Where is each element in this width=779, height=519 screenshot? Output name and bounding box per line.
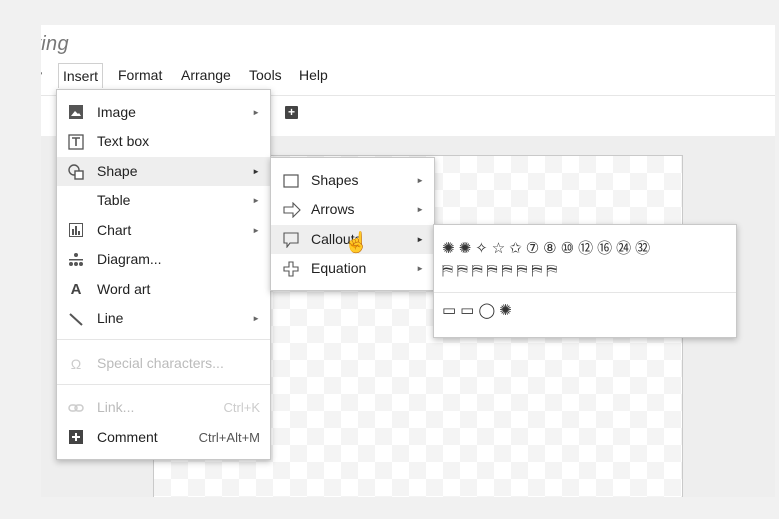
menu-arrange[interactable]: Arrange [181, 63, 231, 87]
chart-icon [68, 223, 84, 239]
plus-icon [283, 261, 299, 277]
menu-help[interactable]: Help [299, 63, 328, 87]
panel-divider [434, 292, 736, 293]
submenu-item-shapes[interactable]: Shapes ► [271, 166, 434, 195]
submenu-arrow-icon: ► [416, 176, 424, 185]
menu-item-word-art[interactable]: A Word art [57, 275, 270, 304]
hand-cursor-icon: ☝ [344, 232, 369, 254]
callouts-shape-panel: ✺✺✧☆✩⑦⑧⑩⑫⑯㉔㉜ ⛿⛿⛿⛿⛿⛿⛿⛿ ▭▭◯✺ [433, 224, 737, 338]
comment-icon [68, 430, 84, 446]
submenu-arrow-icon: ► [416, 235, 424, 244]
submenu-item-arrows[interactable]: Arrows ► [271, 195, 434, 224]
menu-item-text-box[interactable]: Text box [57, 127, 270, 156]
menu-divider [57, 384, 270, 385]
menu-item-label: Shape [97, 163, 138, 179]
menu-item-label: Diagram... [97, 251, 162, 267]
callout-icon [283, 232, 299, 249]
text-box-icon [68, 134, 84, 150]
menu-insert[interactable]: Insert [58, 63, 104, 88]
menu-item-label: Table [97, 192, 131, 208]
submenu-arrow-icon: ► [416, 264, 424, 273]
line-icon [68, 311, 84, 327]
submenu-arrow-icon: ► [416, 205, 424, 214]
menu-item-label: Text box [97, 133, 150, 149]
menu-item-diagram[interactable]: Diagram... [57, 245, 270, 274]
menu-item-table[interactable]: Table ► [57, 186, 270, 215]
menu-item-label: Word art [97, 281, 151, 297]
menu-divider [57, 339, 270, 340]
menu-bar: v Insert Format Arrange Tools Help [41, 63, 775, 88]
menu-item-label: Special characters... [97, 355, 224, 371]
submenu-item-equation[interactable]: Equation ► [271, 254, 434, 283]
menu-item-image[interactable]: Image ► [57, 98, 270, 127]
arrow-icon [283, 201, 301, 219]
menu-item-label: Image [97, 104, 136, 120]
shortcut-label: Ctrl+Alt+M [198, 430, 260, 445]
menu-item-label: Line [97, 310, 124, 326]
submenu-item-label: Arrows [311, 201, 355, 217]
submenu-arrow-icon: ► [252, 196, 260, 205]
shape-icon [68, 164, 84, 180]
menu-item-label: Chart [97, 222, 132, 238]
menu-item-label: Comment [97, 429, 158, 445]
rectangle-icon [283, 173, 299, 189]
menu-view[interactable]: v [41, 63, 42, 87]
link-icon [68, 400, 84, 416]
omega-icon: Ω [70, 356, 82, 372]
menu-item-label: Link... [97, 399, 135, 415]
shape-submenu: Shapes ► Arrows ► Callouts ► Equation ► [270, 157, 435, 291]
menu-item-link: Link... Ctrl+K [57, 393, 270, 422]
insert-menu: Image ► Text box Shape ► Table ► Chart ►… [56, 89, 271, 460]
submenu-arrow-icon: ► [252, 226, 260, 235]
image-icon [68, 105, 84, 121]
shortcut-label: Ctrl+K [223, 400, 260, 415]
callout-shapes-row-1[interactable]: ✺✺✧☆✩⑦⑧⑩⑫⑯㉔㉜ [442, 237, 654, 258]
submenu-arrow-icon: ► [252, 167, 260, 176]
callout-shapes-row-3[interactable]: ▭▭◯✺ [442, 301, 516, 319]
submenu-item-label: Shapes [311, 172, 359, 188]
menu-item-chart[interactable]: Chart ► [57, 216, 270, 245]
diagram-icon [68, 252, 84, 268]
menu-item-line[interactable]: Line ► [57, 304, 270, 333]
menu-format[interactable]: Format [118, 63, 162, 87]
menu-item-shape[interactable]: Shape ► [57, 157, 270, 186]
add-comment-toolbar-icon[interactable]: + [285, 106, 298, 119]
menu-tools[interactable]: Tools [249, 63, 282, 87]
callout-shapes-row-2[interactable]: ⛿⛿⛿⛿⛿⛿⛿⛿ [442, 261, 561, 279]
word-art-icon: A [70, 281, 82, 298]
document-title[interactable]: ving [41, 33, 69, 56]
submenu-arrow-icon: ► [252, 314, 260, 323]
submenu-item-label: Equation [311, 260, 367, 276]
menu-item-special-characters: Ω Special characters... [57, 349, 270, 378]
menu-item-comment[interactable]: Comment Ctrl+Alt+M [57, 423, 270, 452]
submenu-arrow-icon: ► [252, 108, 260, 117]
